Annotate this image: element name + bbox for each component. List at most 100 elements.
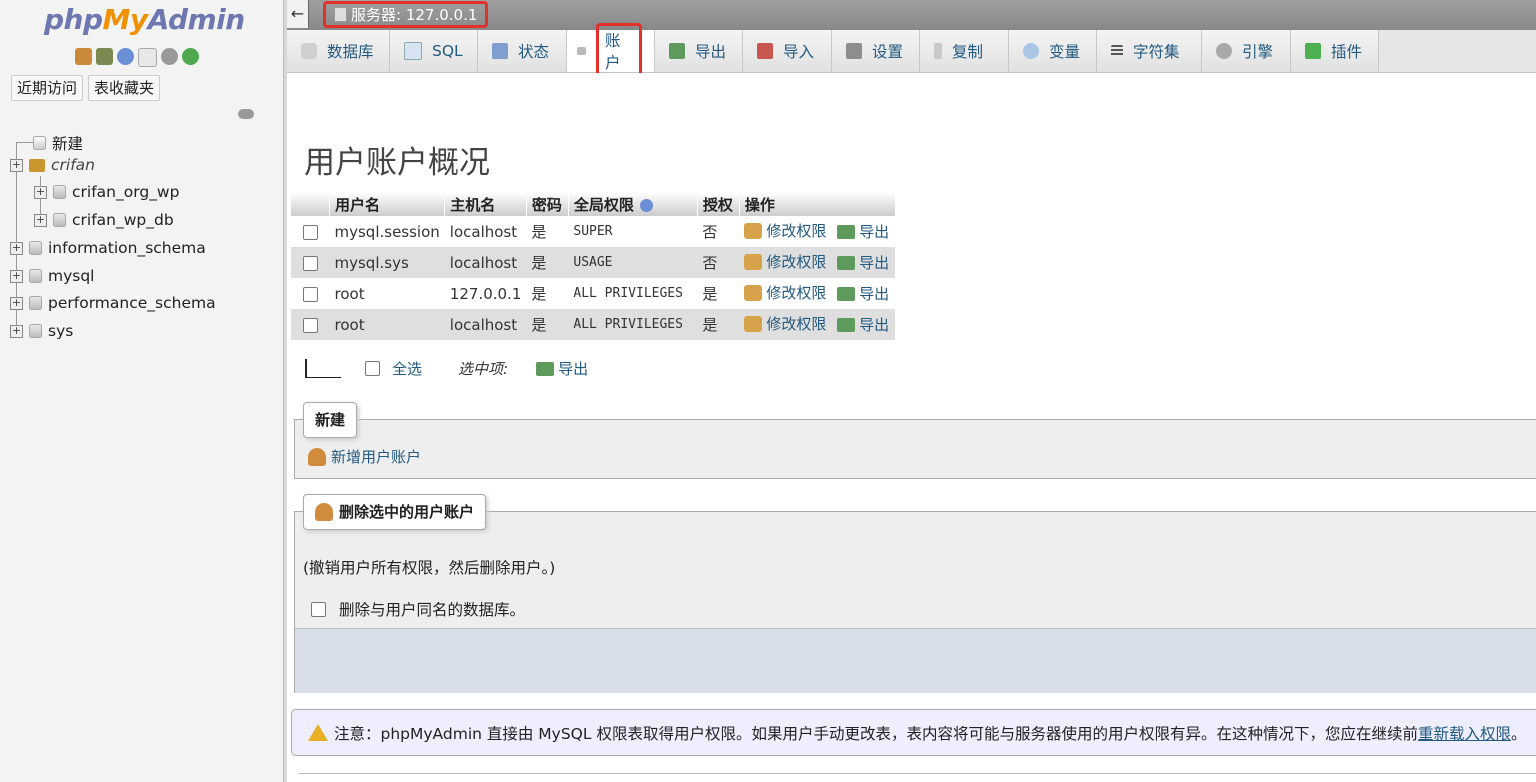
export-label: 导出 [859, 223, 890, 242]
tab-settings[interactable]: 设置 [832, 30, 920, 72]
edit-privileges-label: 修改权限 [766, 253, 827, 272]
expand-icon[interactable]: + [10, 324, 23, 338]
column-header-hostname[interactable]: 主机名 [444, 192, 527, 216]
edit-privileges-label: 修改权限 [766, 315, 827, 334]
server-breadcrumb-bar: ← 服务器: 127.0.0.1 [287, 0, 1536, 30]
export-user-link[interactable]: 导出 [837, 252, 889, 273]
phpmyadmin-logo[interactable]: phpMyAdmin [44, 3, 245, 36]
edit-privileges-link[interactable]: 修改权限 [744, 282, 826, 303]
delete-selected-users-button[interactable]: 删除选中的用户账户 [303, 494, 487, 530]
arrow-up-icon [305, 359, 341, 378]
database-server-icon[interactable] [96, 48, 113, 65]
cell-actions: 修改权限 导出 [739, 309, 896, 340]
reload-icon[interactable] [182, 48, 199, 65]
tree-item-mysql[interactable]: + mysql [10, 267, 95, 285]
cell-hostname: 127.0.0.1 [444, 278, 527, 309]
settings-icon[interactable] [161, 48, 178, 65]
add-user-account-link[interactable]: 新增用户账户 [308, 446, 421, 467]
export-label: 导出 [859, 316, 890, 335]
export-icon [837, 224, 856, 239]
reload-privileges-link[interactable]: 重新载入权限 [1418, 722, 1511, 744]
cell-privileges: ALL PRIVILEGES [568, 278, 698, 309]
edit-privileges-icon [744, 253, 763, 270]
tree-item-crifan-org-wp[interactable]: + crifan_org_wp [34, 183, 179, 201]
edit-privileges-link[interactable]: 修改权限 [744, 251, 826, 272]
recent-tables-button[interactable]: 近期访问 [11, 75, 84, 101]
cell-grant: 是 [697, 278, 740, 309]
expand-icon[interactable]: + [10, 241, 23, 255]
logo-admin-text: Admin [147, 3, 246, 36]
row-checkbox[interactable] [302, 286, 318, 302]
export-user-link[interactable]: 导出 [837, 283, 889, 304]
notice-end: 。 [1510, 724, 1527, 743]
privileges-notice: 注意：phpMyAdmin 直接由 MySQL 权限表取得用户权限。如果用户手动… [291, 709, 1536, 756]
edit-privileges-link[interactable]: 修改权限 [744, 313, 826, 334]
tree-item-sys[interactable]: + sys [10, 322, 73, 340]
tab-databases[interactable]: 数据库 [287, 30, 390, 72]
user-accounts-table: 用户名 主机名 密码 全局权限 授权 操作 mysql.session loca… [291, 192, 896, 340]
select-all-label[interactable]: 全选 [392, 358, 422, 379]
tree-item-new[interactable]: 新建 [33, 132, 83, 154]
export-user-link[interactable]: 导出 [837, 221, 889, 242]
tab-label: 账户 [596, 23, 642, 79]
drop-db-checkbox[interactable] [311, 601, 326, 617]
row-checkbox[interactable] [302, 224, 318, 240]
docs-icon[interactable] [138, 48, 157, 67]
bulk-export-button[interactable]: 导出 [536, 358, 588, 379]
help-icon[interactable] [639, 198, 653, 212]
select-all-checkbox[interactable] [365, 361, 380, 376]
tree-item-crifan-wp-db[interactable]: + crifan_wp_db [34, 211, 174, 229]
tab-plugins[interactable]: 插件 [1291, 30, 1379, 72]
expand-icon[interactable]: + [10, 269, 23, 283]
home-icon[interactable] [75, 48, 92, 65]
cell-privileges: SUPER [568, 216, 698, 247]
new-user-fieldset: 新增用户账户 [294, 419, 1536, 479]
cell-actions: 修改权限 导出 [739, 247, 896, 278]
expand-icon[interactable]: + [10, 296, 23, 310]
collapse-sidebar-button[interactable]: ← [287, 0, 309, 28]
tab-import[interactable]: 导入 [743, 30, 832, 72]
cell-privileges: ALL PRIVILEGES [568, 309, 698, 340]
expand-icon[interactable]: + [34, 185, 47, 199]
navigation-sidebar: phpMyAdmin 近期访问 表收藏夹 新建 + crifan + crifa… [0, 0, 283, 782]
edit-privileges-link[interactable]: 修改权限 [744, 220, 826, 241]
tab-status[interactable]: 状态 [478, 30, 567, 72]
favorite-tables-button[interactable]: 表收藏夹 [88, 75, 161, 101]
tab-engines[interactable]: 引擎 [1202, 30, 1291, 72]
row-checkbox[interactable] [302, 255, 318, 271]
tab-label: SQL [432, 42, 463, 60]
row-checkbox[interactable] [302, 317, 318, 333]
tab-replication[interactable]: 复制 [920, 30, 1009, 72]
tree-item-performance-schema[interactable]: + performance_schema [10, 294, 216, 312]
tab-charsets[interactable]: 字符集 [1097, 30, 1202, 72]
column-header-username[interactable]: 用户名 [329, 192, 446, 216]
tree-label: crifan_wp_db [72, 211, 174, 229]
tab-export[interactable]: 导出 [655, 30, 743, 72]
tab-sql[interactable]: SQL [390, 30, 478, 72]
quick-icons [75, 48, 199, 67]
tree-label: crifan_org_wp [72, 183, 180, 201]
expand-icon[interactable]: + [10, 158, 23, 172]
export-user-link[interactable]: 导出 [837, 314, 889, 335]
cell-privileges: USAGE [568, 247, 698, 278]
breadcrumb-server[interactable]: 服务器: 127.0.0.1 [323, 1, 489, 28]
engine-icon [1216, 43, 1232, 59]
export-icon [536, 361, 555, 376]
tree-item-crifan[interactable]: + crifan [10, 156, 95, 174]
expand-icon[interactable]: + [34, 213, 47, 227]
edit-privileges-icon [744, 315, 763, 332]
tab-user-accounts[interactable]: 账户 [567, 23, 655, 79]
cell-grant: 是 [697, 309, 740, 340]
select-column-header [291, 192, 330, 216]
help-icon[interactable] [117, 48, 134, 65]
tab-label: 状态 [518, 43, 550, 61]
tree-item-information-schema[interactable]: + information_schema [10, 239, 206, 257]
delete-note: (撤销用户所有权限，然后删除用户。) [303, 559, 556, 577]
link-with-main-panel-icon[interactable] [238, 109, 254, 119]
tab-variables[interactable]: 变量 [1009, 30, 1097, 72]
tab-label: 导出 [695, 43, 727, 61]
status-icon [492, 43, 508, 59]
edit-privileges-icon [744, 222, 763, 239]
add-user-account-label: 新增用户账户 [331, 448, 422, 466]
cell-password: 是 [526, 247, 569, 278]
